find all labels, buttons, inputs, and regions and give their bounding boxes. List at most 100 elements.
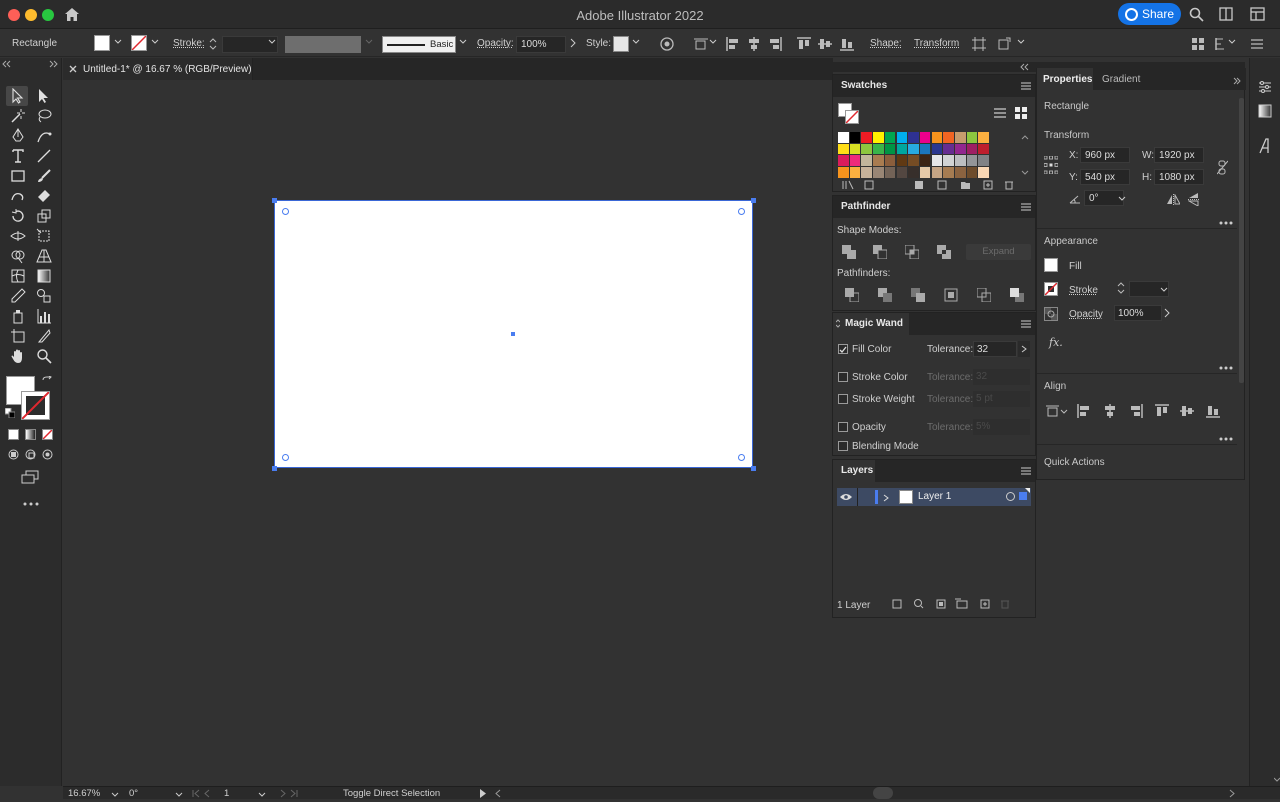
color-swatch[interactable]	[978, 167, 989, 178]
appearance-fill-swatch[interactable]	[1044, 258, 1058, 272]
recolor-artwork-icon[interactable]	[660, 37, 674, 51]
free-transform-tool-icon[interactable]	[36, 228, 52, 244]
type-tool-icon[interactable]	[10, 148, 26, 164]
document-tab[interactable]: Untitled-1* @ 16.67 % (RGB/Preview)	[63, 58, 253, 80]
color-swatch[interactable]	[838, 155, 849, 166]
color-swatch[interactable]	[849, 132, 861, 143]
stepper-icon[interactable]	[209, 38, 217, 50]
share-button[interactable]: Share	[1118, 3, 1181, 25]
more-options-icon[interactable]	[1219, 432, 1233, 441]
tab-properties[interactable]: Properties	[1037, 68, 1093, 90]
color-swatch[interactable]	[849, 155, 861, 166]
selection-handle[interactable]	[272, 466, 277, 471]
color-swatch[interactable]	[919, 132, 931, 143]
brush-definition[interactable]: Basic	[382, 36, 456, 53]
properties-panel-icon[interactable]	[1258, 80, 1272, 94]
align-top-icon[interactable]	[797, 37, 811, 51]
align-to-selection-icon[interactable]	[1046, 404, 1068, 418]
shape-label[interactable]: Shape:	[870, 38, 902, 49]
chevron-down-icon[interactable]	[1118, 194, 1126, 202]
color-swatch[interactable]	[908, 155, 919, 166]
chevron-down-icon[interactable]	[175, 790, 183, 798]
zoom-tool-icon[interactable]	[36, 348, 52, 364]
fx-button[interactable]: fx.	[1049, 336, 1063, 349]
layer-row[interactable]: Layer 1	[837, 488, 1031, 506]
height-field[interactable]: 1080 px	[1154, 169, 1204, 185]
color-swatch[interactable]	[908, 132, 919, 143]
artboard-number[interactable]: 1	[224, 788, 229, 799]
color-swatch[interactable]	[896, 143, 907, 155]
more-options-icon[interactable]	[1219, 216, 1233, 225]
color-swatch[interactable]	[919, 143, 931, 155]
search-icon[interactable]	[1189, 7, 1204, 22]
curvature-tool-icon[interactable]	[36, 128, 52, 144]
layer-name[interactable]: Layer 1	[918, 491, 951, 502]
color-swatch[interactable]	[908, 167, 919, 178]
fill-swatch[interactable]	[94, 35, 110, 51]
stroke-weight-tolerance-field[interactable]: 5 pt	[973, 391, 1030, 407]
stroke-color-box[interactable]	[21, 391, 50, 420]
workspace-icon[interactable]	[1219, 7, 1233, 21]
chevron-down-icon[interactable]	[709, 37, 717, 45]
width-field[interactable]: 1920 px	[1154, 147, 1204, 163]
tab-gradient[interactable]: Gradient	[1102, 74, 1140, 85]
align-vertical-center-icon[interactable]	[818, 37, 832, 51]
gradient-panel-icon[interactable]	[1258, 104, 1272, 118]
y-field[interactable]: 540 px	[1080, 169, 1130, 185]
stroke-color-tolerance-field[interactable]: 32	[973, 369, 1030, 385]
color-swatch[interactable]	[908, 143, 919, 155]
color-swatch[interactable]	[884, 143, 896, 155]
align-bottom-icon[interactable]	[1206, 404, 1220, 418]
color-swatch[interactable]	[955, 155, 966, 166]
flip-vertical-icon[interactable]	[1187, 193, 1199, 207]
blend-tool-icon[interactable]	[36, 288, 52, 304]
color-swatch[interactable]	[978, 132, 989, 143]
fill-tolerance-field[interactable]: 32	[973, 341, 1017, 357]
corner-widget[interactable]	[738, 454, 745, 461]
rectangle-tool-icon[interactable]	[10, 168, 26, 184]
pathfinder-panel-title[interactable]: Pathfinder	[841, 201, 890, 212]
selection-handle[interactable]	[272, 198, 277, 203]
screen-mode-icon[interactable]	[21, 470, 39, 484]
stroke-label[interactable]: Stroke:	[173, 38, 205, 49]
collapse-handle[interactable]	[0, 58, 62, 68]
outline-icon[interactable]	[976, 287, 992, 303]
corner-widget[interactable]	[282, 208, 289, 215]
color-swatch[interactable]	[896, 155, 907, 166]
crop-icon[interactable]	[944, 288, 958, 302]
artboard-tool-icon[interactable]	[10, 328, 26, 344]
align-left-icon[interactable]	[1077, 404, 1091, 418]
color-swatch[interactable]	[849, 167, 861, 178]
chevron-down-icon[interactable]	[1228, 37, 1236, 45]
color-swatch[interactable]	[896, 167, 907, 178]
gradient-tool-icon[interactable]	[36, 268, 52, 284]
collapse-panel-icon[interactable]	[1233, 76, 1241, 85]
chevron-down-icon[interactable]	[114, 37, 122, 45]
intersect-icon[interactable]	[904, 244, 920, 260]
color-swatch[interactable]	[873, 167, 884, 178]
minus-front-icon[interactable]	[873, 245, 888, 260]
expand-button[interactable]: Expand	[966, 244, 1031, 260]
chevron-down-icon[interactable]	[1160, 285, 1168, 293]
minus-back-icon[interactable]	[1010, 288, 1024, 302]
opacity-tolerance-field[interactable]: 5%	[973, 419, 1030, 435]
isolate-icon[interactable]	[972, 37, 986, 51]
color-swatch[interactable]	[931, 167, 943, 178]
panel-menu-icon[interactable]	[1021, 81, 1031, 90]
opacity-field[interactable]: 100%	[516, 36, 566, 53]
line-segment-tool-icon[interactable]	[36, 148, 52, 164]
next-last-artboard-icon[interactable]	[271, 789, 299, 798]
blending-mode-checkbox[interactable]	[838, 441, 848, 451]
stroke-label[interactable]: Stroke	[1069, 285, 1098, 296]
selection-handle[interactable]	[751, 466, 756, 471]
align-top-icon[interactable]	[1155, 404, 1169, 418]
chevron-right-icon[interactable]	[883, 493, 889, 502]
chevron-down-icon[interactable]	[459, 37, 467, 45]
align-right-icon[interactable]	[1129, 404, 1143, 418]
reference-point-icon[interactable]	[1043, 155, 1059, 175]
color-swatch[interactable]	[919, 167, 931, 178]
none-mode-button[interactable]	[42, 429, 53, 440]
menu-icon[interactable]	[1250, 37, 1264, 51]
close-tab-icon[interactable]	[69, 64, 77, 73]
canvas-vertical-scrollbar[interactable]	[1236, 480, 1248, 786]
